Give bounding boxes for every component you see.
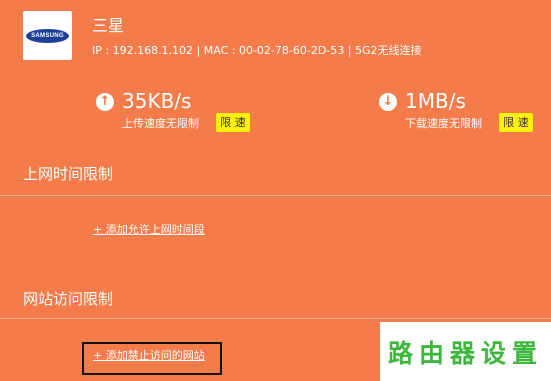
samsung-logo-icon: SAMSUNG bbox=[26, 28, 69, 43]
upload-speed-label: 上传速度无限制 bbox=[122, 117, 199, 130]
add-allowed-time-link[interactable]: + 添加允许上网时间段 bbox=[93, 223, 205, 237]
watermark: 路由器设置 bbox=[380, 322, 551, 381]
download-speed-label: 下载速度无限制 bbox=[405, 117, 482, 130]
download-limit-button[interactable]: 限 速 bbox=[499, 113, 533, 132]
device-name: 三星 bbox=[92, 16, 125, 35]
device-logo: SAMSUNG bbox=[23, 11, 72, 60]
device-info: IP : 192.168.1.102 | MAC : 00-02-78-60-2… bbox=[92, 44, 422, 57]
upload-speed-value: 35KB/s bbox=[122, 89, 192, 113]
download-speed-value: 1MB/s bbox=[405, 89, 466, 113]
highlight-frame bbox=[82, 342, 222, 375]
site-limit-divider bbox=[0, 318, 551, 319]
upload-limit-button[interactable]: 限 速 bbox=[216, 113, 250, 132]
arrow-up-icon: ↑ bbox=[96, 93, 114, 111]
watermark-text: 路由器设置 bbox=[387, 338, 543, 368]
site-limit-title: 网站访问限制 bbox=[23, 290, 114, 308]
time-limit-title: 上网时间限制 bbox=[23, 165, 114, 183]
time-limit-divider bbox=[0, 195, 551, 196]
logo-text: SAMSUNG bbox=[31, 32, 64, 39]
arrow-down-icon: ↓ bbox=[379, 93, 397, 111]
